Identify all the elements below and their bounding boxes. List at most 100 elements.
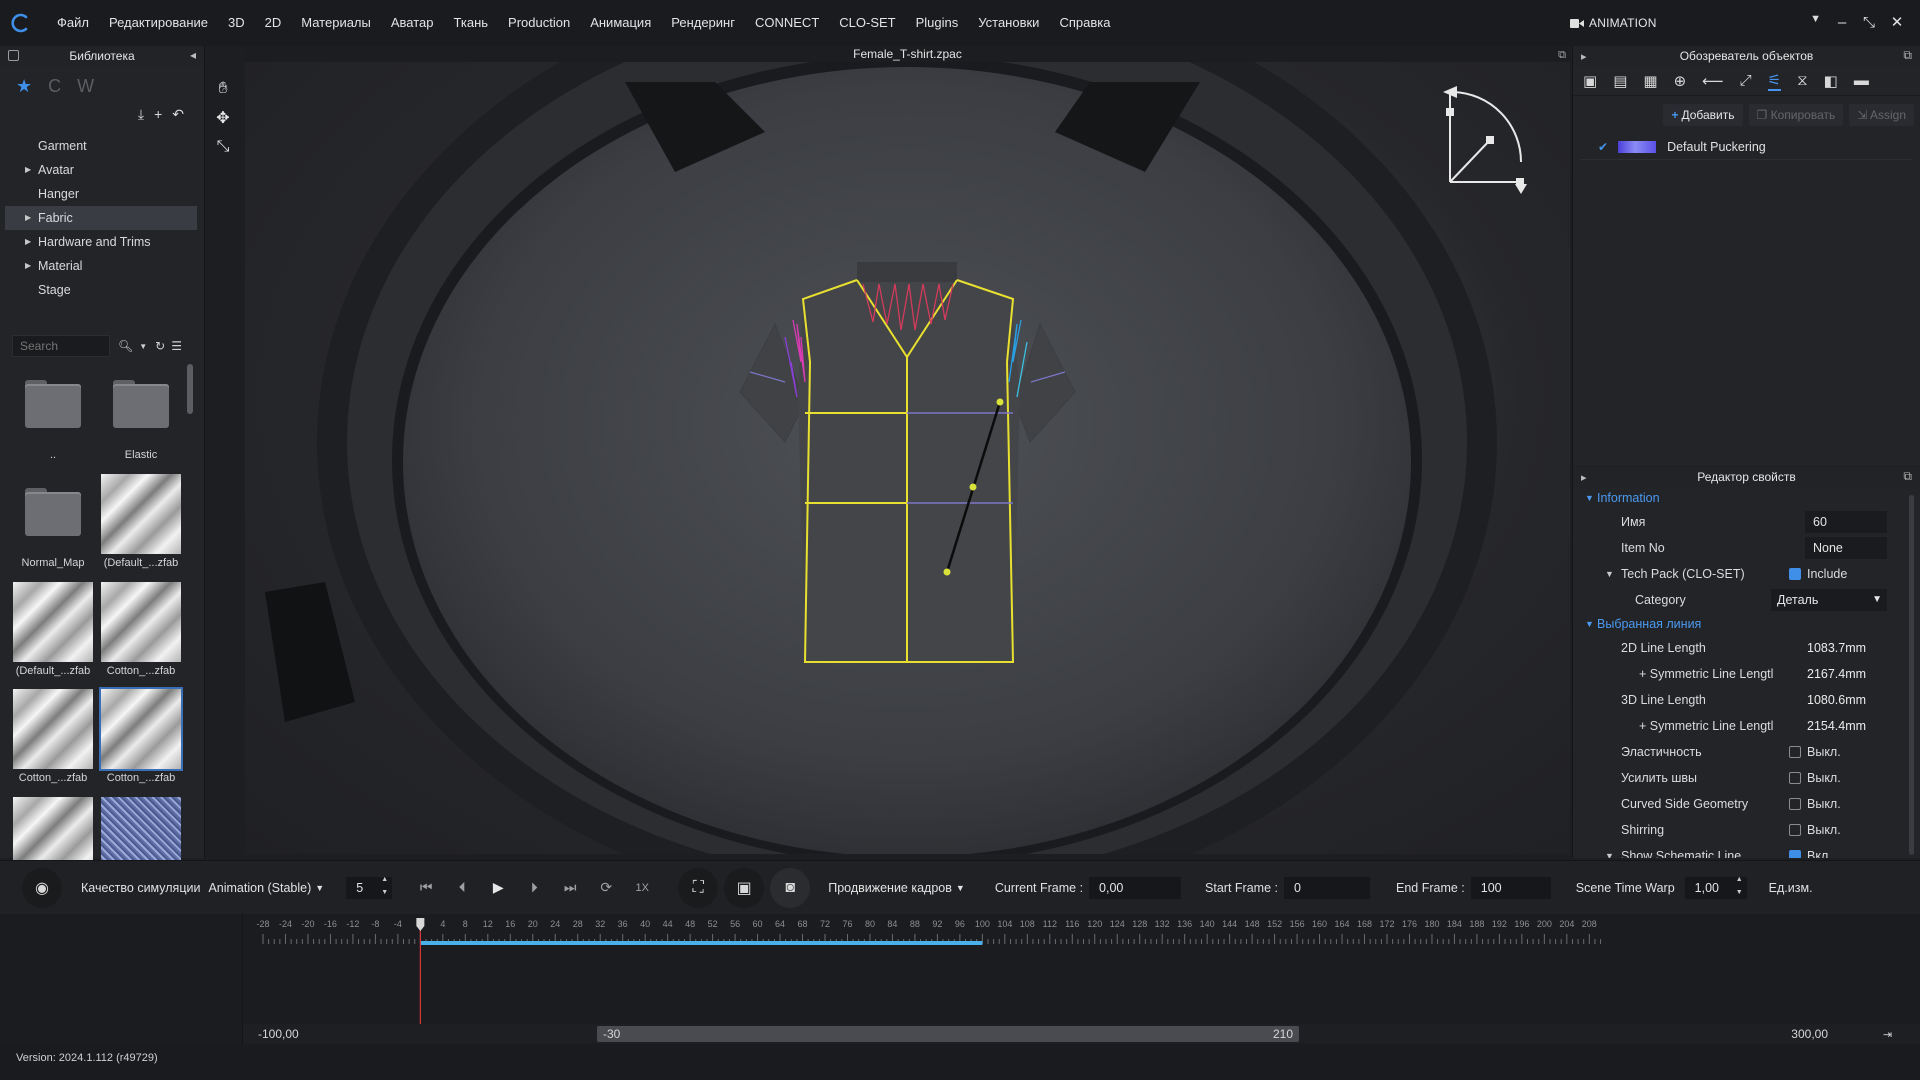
- library-tile[interactable]: ..: [12, 366, 94, 466]
- list-item[interactable]: ✔ Default Puckering: [1581, 134, 1912, 160]
- menu-item[interactable]: Production: [498, 0, 580, 46]
- assign-button[interactable]: ⇲ Assign: [1849, 104, 1914, 126]
- menu-item[interactable]: Справка: [1049, 0, 1120, 46]
- menu-item[interactable]: Редактирование: [99, 0, 218, 46]
- section-information[interactable]: ▼ Information: [1573, 487, 1920, 509]
- menu-item[interactable]: Файл: [47, 0, 99, 46]
- quality-select[interactable]: Animation (Stable) ▼: [208, 881, 324, 895]
- refresh-icon[interactable]: ↻: [155, 339, 165, 353]
- shirring-checkbox[interactable]: [1789, 824, 1801, 836]
- hand-tool-icon[interactable]: ✋︎: [207, 74, 239, 103]
- fabric-grid-icon[interactable]: ▦: [1643, 72, 1657, 90]
- menu-item[interactable]: Анимация: [580, 0, 661, 46]
- expand-arrow-icon[interactable]: ▶: [25, 158, 31, 182]
- puckering-icon[interactable]: ⚟: [1767, 71, 1782, 91]
- section-selected-line[interactable]: ▼ Выбранная линия: [1573, 613, 1920, 635]
- snapshot-icon[interactable]: ▣: [724, 867, 765, 908]
- expand-arrow-icon[interactable]: ▶: [25, 230, 31, 254]
- line-point[interactable]: [996, 398, 1004, 406]
- units-label[interactable]: Ед.изм.: [1769, 881, 1813, 895]
- copy-button[interactable]: ❐ Копировать: [1748, 104, 1844, 126]
- frame-advance-select[interactable]: Продвижение кадров ▼: [828, 881, 965, 895]
- stepper-arrows-icon[interactable]: ▲ ▼: [381, 873, 388, 899]
- clo-tab-icon[interactable]: C: [48, 76, 61, 97]
- tree-item[interactable]: ▶ Material: [0, 254, 204, 278]
- add-button[interactable]: + Добавить: [1663, 104, 1743, 126]
- transform-tool-icon[interactable]: ⤡: [207, 132, 239, 161]
- loop-icon[interactable]: ⟳: [592, 874, 620, 902]
- menu-item[interactable]: Материалы: [291, 0, 381, 46]
- line-point[interactable]: [943, 568, 951, 576]
- float-window-icon[interactable]: ⧉: [1903, 469, 1912, 484]
- timeline-ruler[interactable]: -28-24-20-16-12-8-4048121620242832364044…: [243, 914, 1920, 1044]
- collapse-left-icon[interactable]: ◂: [190, 48, 196, 62]
- end-frame-field[interactable]: 100: [1470, 876, 1551, 899]
- menu-item[interactable]: Аватар: [381, 0, 444, 46]
- menu-item[interactable]: 2D: [255, 0, 292, 46]
- current-frame-field[interactable]: 0,00: [1089, 876, 1182, 899]
- skip-to-start-icon[interactable]: ⏮: [412, 874, 440, 902]
- library-tile[interactable]: (Default_...zfab: [100, 473, 182, 574]
- menu-item[interactable]: CONNECT: [745, 0, 829, 46]
- collapse-right-icon[interactable]: ▸: [1581, 471, 1587, 484]
- library-tile[interactable]: Cotton_...zfab: [12, 689, 94, 789]
- category-select[interactable]: Деталь ▼: [1771, 589, 1887, 611]
- maximize-icon[interactable]: ⧉: [1558, 47, 1566, 63]
- download-icon[interactable]: ⤓: [138, 106, 144, 128]
- menu-item[interactable]: Plugins: [906, 0, 969, 46]
- list-view-icon[interactable]: ☰: [171, 339, 182, 353]
- video-capture-icon[interactable]: ◙: [770, 867, 811, 908]
- library-tile[interactable]: Normal_Map: [12, 474, 94, 574]
- expand-triangle-icon[interactable]: ▼: [1605, 569, 1614, 579]
- collapse-right-icon[interactable]: ▸: [1581, 50, 1587, 63]
- restore-icon[interactable]: ⤡: [1859, 13, 1879, 33]
- search-icon[interactable]: 🔍︎: [118, 339, 133, 353]
- zipper-icon[interactable]: ⧖: [1797, 72, 1808, 89]
- property-scrollbar[interactable]: [1909, 495, 1914, 855]
- camera-gizmo[interactable]: [1443, 86, 1527, 194]
- step-back-icon[interactable]: ⏴: [448, 874, 476, 902]
- library-tile[interactable]: Cotton_...zfab: [99, 687, 183, 789]
- menu-item[interactable]: 3D: [218, 0, 255, 46]
- playback-range-bar[interactable]: [420, 941, 983, 945]
- record-camera-icon[interactable]: ◉: [22, 867, 62, 908]
- menu-item[interactable]: CLO-SET: [829, 0, 905, 46]
- button-icon[interactable]: ⊕: [1674, 72, 1687, 90]
- library-tile[interactable]: (Default_...zfab: [12, 581, 94, 682]
- elasticity-checkbox[interactable]: [1789, 746, 1801, 758]
- start-frame-field[interactable]: 0: [1283, 876, 1370, 899]
- curved-checkbox[interactable]: [1789, 798, 1801, 810]
- speed-button[interactable]: 1X: [628, 874, 656, 902]
- topstitch-icon[interactable]: ⟵: [1702, 72, 1724, 90]
- play-icon[interactable]: ▶: [484, 874, 512, 902]
- itemno-field[interactable]: None: [1805, 537, 1887, 559]
- timeline-scroll-thumb[interactable]: [597, 1026, 1299, 1042]
- stepper-arrows-icon[interactable]: ▲ ▼: [1736, 873, 1743, 899]
- search-input[interactable]: [12, 335, 110, 357]
- menu-item[interactable]: Установки: [968, 0, 1049, 46]
- skip-to-end-icon[interactable]: ⏭: [556, 874, 584, 902]
- back-icon[interactable]: ↶: [172, 106, 184, 128]
- tree-item[interactable]: Garment: [0, 134, 204, 158]
- fit-range-icon[interactable]: ⇥: [1883, 1028, 1892, 1041]
- name-field[interactable]: 60: [1805, 511, 1887, 533]
- line-point[interactable]: [969, 483, 977, 491]
- minimize-icon[interactable]: –: [1832, 13, 1852, 33]
- library-tile[interactable]: Elastic: [100, 366, 182, 466]
- favorites-star-icon[interactable]: ★: [16, 76, 32, 97]
- library-scrollbar[interactable]: [187, 364, 193, 414]
- expand-triangle-icon[interactable]: ▼: [1605, 851, 1614, 858]
- strengthen-checkbox[interactable]: [1789, 772, 1801, 784]
- step-forward-icon[interactable]: ⏵: [520, 874, 548, 902]
- step-stepper[interactable]: 5 ▲ ▼: [346, 876, 393, 899]
- move-tool-icon[interactable]: ✥: [207, 103, 239, 132]
- add-folder-icon[interactable]: +: [154, 106, 162, 128]
- tree-item[interactable]: ▶ Fabric: [5, 206, 197, 230]
- menu-item[interactable]: Ткань: [444, 0, 499, 46]
- menu-item[interactable]: Рендеринг: [661, 0, 745, 46]
- expand-arrow-icon[interactable]: ▶: [25, 206, 31, 230]
- mode-selector[interactable]: ANIMATION ▼: [1570, 10, 1825, 36]
- scene-icon[interactable]: ▣: [1583, 72, 1597, 90]
- pattern-icon[interactable]: ▤: [1613, 72, 1627, 90]
- 3d-viewport[interactable]: [245, 62, 1570, 854]
